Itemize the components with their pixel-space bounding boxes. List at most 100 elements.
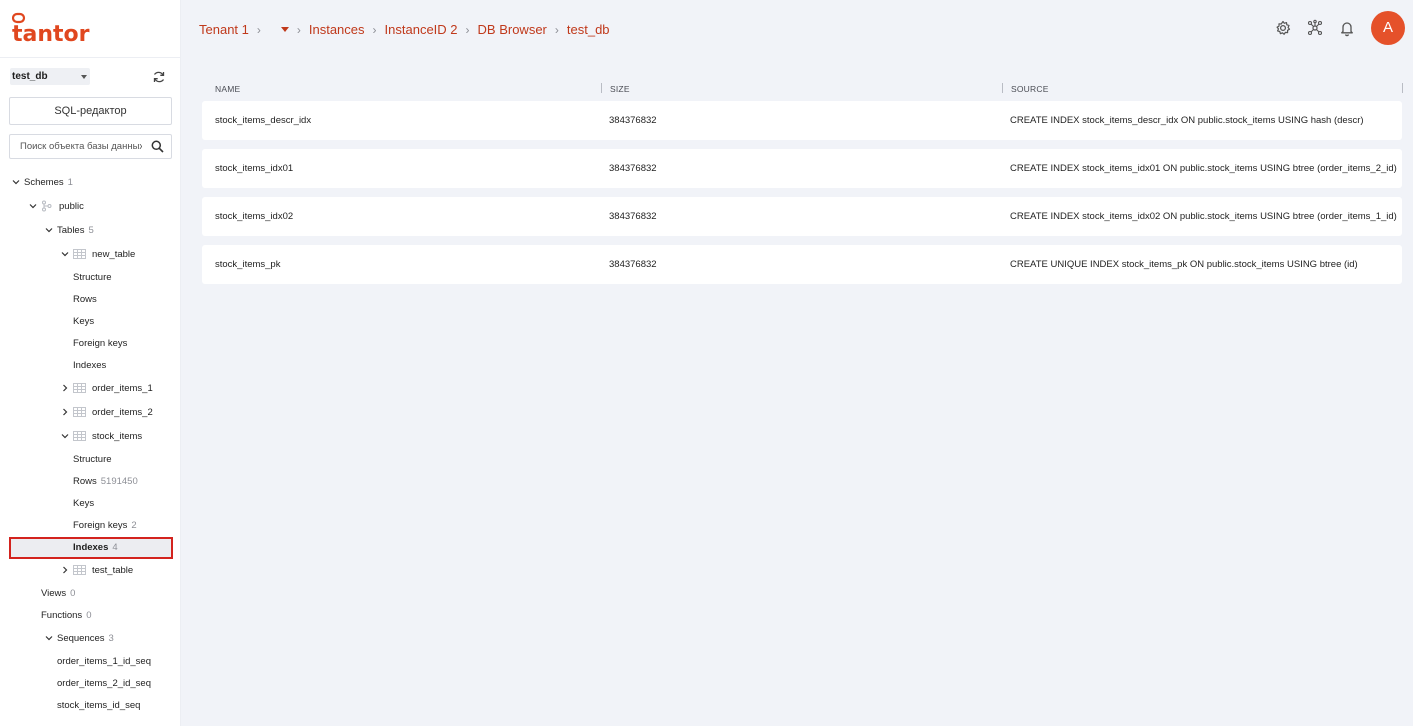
tree-count: 0 <box>86 610 92 621</box>
tree-stock-items-rows[interactable]: Rows 5191450 <box>73 472 138 492</box>
tree-table-order-items-2[interactable]: order_items_2 <box>60 403 153 423</box>
tree-label: Foreign keys <box>73 520 128 531</box>
table-row[interactable]: stock_items_idx01 384376832 CREATE INDEX… <box>202 149 1402 188</box>
breadcrumb-instance[interactable]: InstanceID 2 <box>385 22 458 37</box>
bell-icon[interactable] <box>1338 19 1356 37</box>
tree-table-stock-items[interactable]: stock_items <box>60 427 142 447</box>
tree-tables[interactable]: Tables 5 <box>44 221 94 241</box>
tree-count: 4 <box>112 542 118 553</box>
chevron-right-icon <box>63 409 68 416</box>
database-select-value: test_db <box>12 71 48 82</box>
column-header-size[interactable]: SIZE <box>610 84 630 94</box>
tree-new-table-structure[interactable]: Structure <box>73 268 112 288</box>
table-row[interactable]: stock_items_descr_idx 384376832 CREATE I… <box>202 101 1402 140</box>
schema-icon <box>42 200 52 212</box>
search-icon[interactable] <box>151 140 164 153</box>
cell-size: 384376832 <box>609 259 657 270</box>
column-header-name[interactable]: NAME <box>215 84 240 94</box>
sidebar: tantor test_db SQL-редактор Schemes1 pub… <box>0 0 181 726</box>
tree-label: Rows <box>73 476 97 487</box>
cell-source: CREATE INDEX stock_items_idx01 ON public… <box>1010 163 1397 174</box>
cell-name: stock_items_idx02 <box>215 211 294 222</box>
tree-table-order-items-1[interactable]: order_items_1 <box>60 379 153 399</box>
tree-label: Indexes <box>73 542 109 553</box>
breadcrumb-instances[interactable]: Instances <box>309 22 365 37</box>
tree-sequences[interactable]: Sequences 3 <box>44 629 114 649</box>
tree-stock-items-foreign-keys[interactable]: Foreign keys 2 <box>73 516 137 536</box>
tenant-dropdown-icon[interactable] <box>280 27 289 33</box>
tree-new-table-keys[interactable]: Keys <box>73 312 94 332</box>
chevron-right-icon <box>63 567 68 574</box>
sql-editor-button[interactable]: SQL-редактор <box>9 97 172 125</box>
tree-table-new-table[interactable]: new_table <box>60 245 135 265</box>
chevron-down-icon <box>45 636 53 641</box>
tree-views[interactable]: Views 0 <box>41 584 75 604</box>
chevron-down-icon <box>45 228 53 233</box>
cell-name: stock_items_descr_idx <box>215 115 312 126</box>
table-icon <box>73 565 86 576</box>
chevron-down-icon <box>29 204 37 209</box>
breadcrumb-db-browser[interactable]: DB Browser <box>478 22 547 37</box>
tree-label: order_items_2 <box>92 407 153 418</box>
cell-source: CREATE INDEX stock_items_descr_idx ON pu… <box>1010 115 1364 126</box>
cell-source: CREATE INDEX stock_items_idx02 ON public… <box>1010 211 1397 222</box>
tree-label: Views <box>41 588 67 599</box>
tree-count: 1 <box>67 177 73 188</box>
table-row[interactable]: stock_items_idx02 384376832 CREATE INDEX… <box>202 197 1402 236</box>
table-icon <box>73 249 86 260</box>
table-header: NAME SIZE SOURCE <box>202 78 1404 98</box>
tree-label: order_items_1 <box>92 383 153 394</box>
tree-label: new_table <box>92 249 136 260</box>
column-divider[interactable] <box>1002 83 1003 93</box>
tree-new-table-rows[interactable]: Rows <box>73 290 97 310</box>
tree-label: Functions <box>41 610 83 621</box>
column-divider[interactable] <box>1402 83 1403 93</box>
tree-count: 0 <box>70 588 76 599</box>
tree-sequence-item[interactable]: order_items_1_id_seq <box>57 652 151 672</box>
tree-count: 5 <box>88 225 94 236</box>
tree-new-table-foreign-keys[interactable]: Foreign keys <box>73 334 127 354</box>
tree-functions[interactable]: Functions 0 <box>41 606 91 626</box>
avatar[interactable]: A <box>1371 11 1405 45</box>
gear-icon[interactable] <box>1274 19 1292 37</box>
cell-size: 384376832 <box>609 211 657 222</box>
tree-stock-items-indexes[interactable]: Indexes 4 <box>9 537 173 559</box>
chevron-down-icon <box>81 75 87 79</box>
tree-sequence-item[interactable]: order_items_2_id_seq <box>57 674 151 694</box>
tree-label: Sequences <box>57 633 105 644</box>
column-divider[interactable] <box>601 83 602 93</box>
breadcrumb-tenant[interactable]: Tenant 1 <box>199 22 249 37</box>
breadcrumb: Tenant 1 › › Instances › InstanceID 2 › DB Brow… <box>199 21 610 37</box>
column-header-source[interactable]: SOURCE <box>1011 84 1049 94</box>
tree-stock-items-structure[interactable]: Structure <box>73 450 112 470</box>
object-search-input[interactable] <box>10 135 142 158</box>
cell-size: 384376832 <box>609 115 657 126</box>
tree-schemes[interactable]: Schemes 1 <box>11 173 73 193</box>
network-icon[interactable] <box>1306 19 1324 37</box>
chevron-right-icon <box>63 385 68 392</box>
tree-count: 3 <box>108 633 114 644</box>
chevron-right-icon: › <box>296 22 301 37</box>
tree-label: test_table <box>92 565 134 576</box>
chevron-right-icon: › <box>372 22 377 37</box>
tree-label: public <box>59 201 84 212</box>
tree-sequence-item[interactable]: stock_items_id_seq <box>57 696 140 716</box>
chevron-right-icon: › <box>256 22 261 37</box>
cell-source: CREATE UNIQUE INDEX stock_items_pk ON pu… <box>1010 259 1358 270</box>
chevron-down-icon <box>61 434 69 439</box>
logo[interactable]: tantor <box>0 0 180 58</box>
tree-new-table-indexes[interactable]: Indexes <box>73 356 106 376</box>
refresh-icon[interactable] <box>152 70 166 84</box>
tree-stock-items-keys[interactable]: Keys <box>73 494 94 514</box>
table-row[interactable]: stock_items_pk 384376832 CREATE UNIQUE I… <box>202 245 1402 284</box>
chevron-right-icon: › <box>465 22 470 37</box>
breadcrumb-database[interactable]: test_db <box>567 22 610 37</box>
tree-count: 5191450 <box>100 476 138 487</box>
chevron-down-icon <box>61 252 69 257</box>
tree-count: 2 <box>131 520 137 531</box>
tree-label: stock_items <box>92 431 143 442</box>
tree-table-test-table[interactable]: test_table <box>60 561 133 581</box>
database-select[interactable]: test_db <box>10 68 90 85</box>
tree-schema-public[interactable]: public <box>28 197 84 217</box>
cell-name: stock_items_idx01 <box>215 163 294 174</box>
